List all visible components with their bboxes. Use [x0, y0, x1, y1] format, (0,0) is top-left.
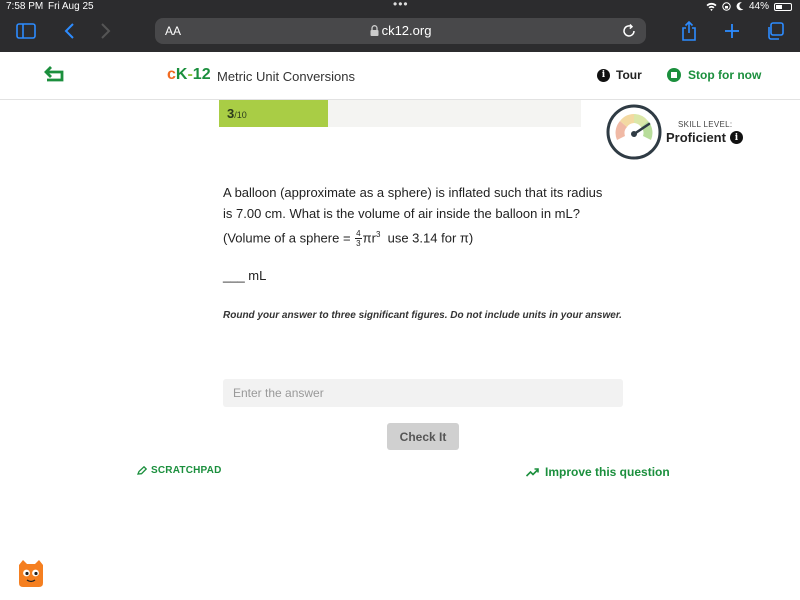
ck12-logo[interactable]: cK-12: [167, 66, 211, 84]
formula-line: (Volume of a sphere = 4 3 πr3 use 3.14 for…: [223, 229, 474, 249]
address-bar[interactable]: AA ck12.org: [155, 18, 646, 44]
tour-label: Tour: [616, 68, 642, 82]
instructions: Round your answer to three significant f…: [223, 310, 622, 321]
status-indicators: 44%: [706, 1, 792, 12]
question-text: A balloon (approximate as a sphere) is i…: [223, 182, 623, 248]
mascot-helper-icon[interactable]: [15, 557, 47, 589]
return-arrow-icon: [44, 66, 64, 82]
url-text: ck12.org: [155, 23, 646, 38]
stop-icon: [667, 68, 681, 82]
skill-info-icon[interactable]: i: [729, 131, 743, 144]
forward-nav-icon[interactable]: [92, 18, 120, 44]
skill-level-caption: SKILL LEVEL:: [678, 120, 733, 129]
back-nav-icon[interactable]: [55, 18, 83, 44]
site-header: cK-12 Metric Unit Conversions i Tour Sto…: [0, 52, 800, 100]
skill-gauge-icon[interactable]: [606, 104, 662, 160]
reload-icon[interactable]: [620, 22, 638, 40]
status-bar: 7:58 PM Fri Aug 25 ••• 44%: [0, 0, 800, 14]
stop-for-now-button[interactable]: Stop for now: [667, 68, 761, 82]
status-date: Fri Aug 25: [48, 1, 94, 12]
new-tab-icon[interactable]: [718, 18, 746, 44]
fraction: 43: [355, 229, 362, 249]
url-host: ck12.org: [381, 23, 432, 38]
wifi-icon: [706, 2, 717, 11]
pencil-icon: [137, 466, 147, 475]
multitasking-dots-icon[interactable]: •••: [393, 0, 409, 11]
info-icon: i: [597, 68, 610, 82]
share-icon[interactable]: [675, 18, 703, 44]
progress-label: 3/10: [227, 106, 247, 121]
question-line: A balloon (approximate as a sphere) is i…: [223, 185, 603, 200]
moon-icon: [736, 2, 744, 11]
lock-icon: [370, 25, 379, 36]
trending-up-icon: [526, 467, 539, 477]
improve-question-link[interactable]: Improve this question: [526, 465, 670, 479]
answer-input[interactable]: [223, 379, 623, 407]
tabs-overview-icon[interactable]: [761, 18, 789, 44]
status-time: 7:58 PM: [6, 1, 44, 12]
screen-lock-icon: [722, 2, 731, 11]
exit-practice-button[interactable]: [40, 64, 68, 88]
tour-button[interactable]: i Tour: [597, 68, 642, 82]
page-title: Metric Unit Conversions: [217, 69, 355, 84]
answer-blank: ___ mL: [223, 268, 267, 283]
check-it-button[interactable]: Check It: [387, 423, 459, 450]
skill-level-value: Proficient i: [666, 130, 743, 145]
stop-label: Stop for now: [688, 68, 762, 82]
question-line: is 7.00 cm. What is the volume of air in…: [223, 206, 580, 221]
question-progress-bar: 3/10: [219, 100, 581, 127]
sidebar-toggle-icon[interactable]: [12, 18, 40, 44]
scratchpad-button[interactable]: SCRATCHPAD: [137, 465, 222, 476]
browser-chrome: 7:58 PM Fri Aug 25 ••• 44% AA ck12.org: [0, 0, 800, 52]
battery-percent: 44%: [748, 1, 769, 12]
battery-icon: [774, 2, 792, 11]
skill-level: SKILL LEVEL: Proficient i: [666, 120, 743, 145]
